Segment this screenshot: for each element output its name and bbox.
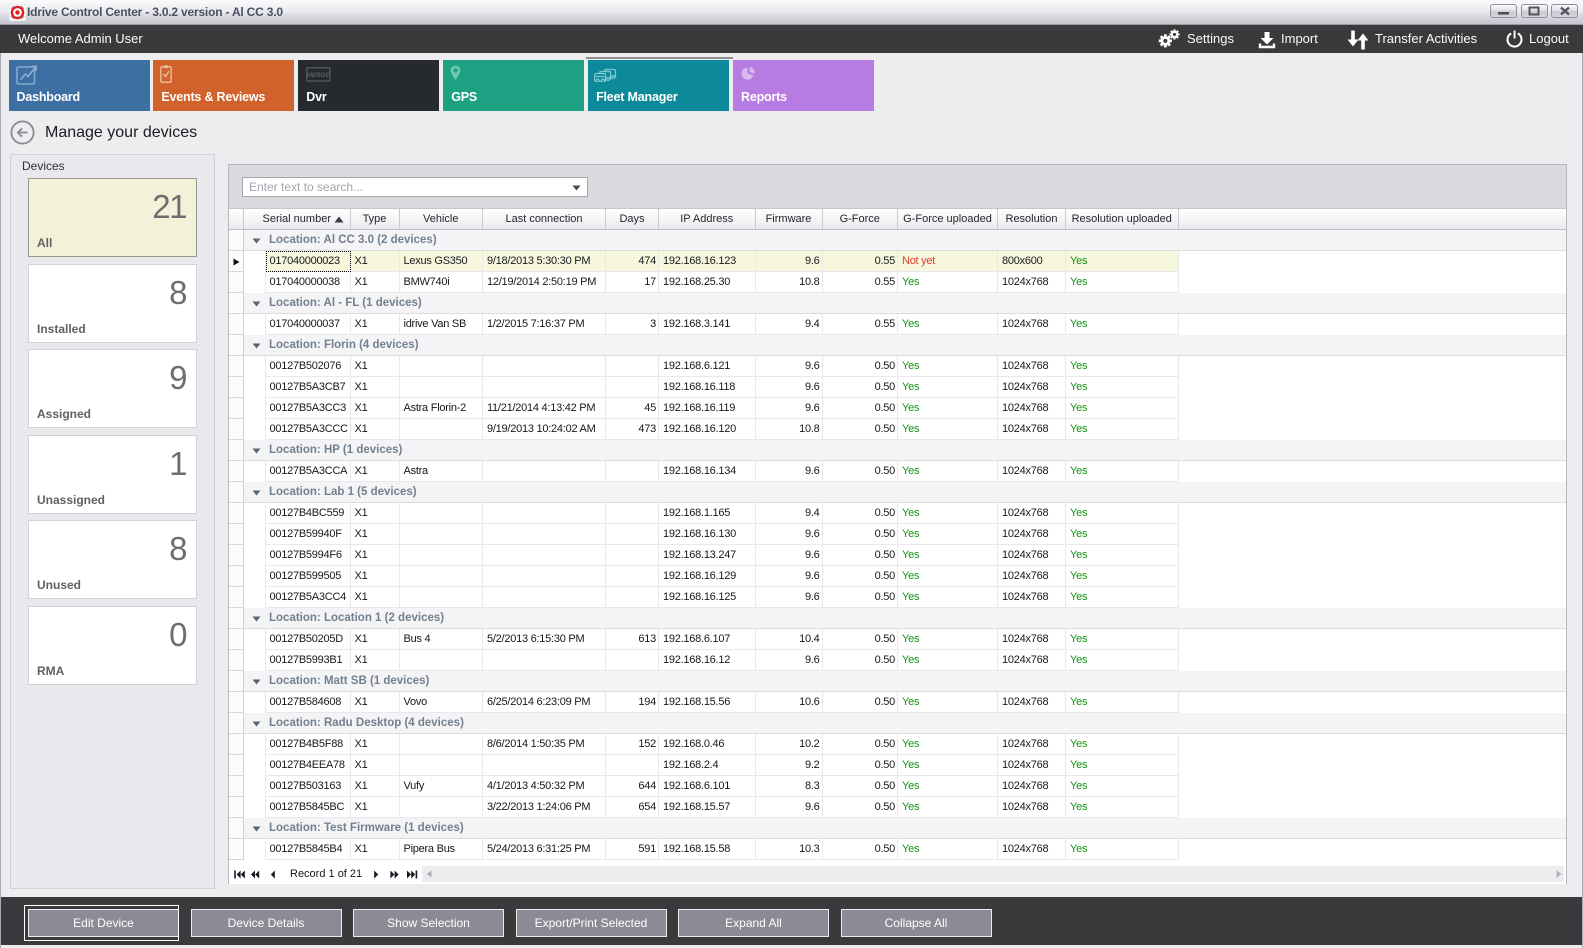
svg-text:MERGE: MERGE [307,72,331,79]
